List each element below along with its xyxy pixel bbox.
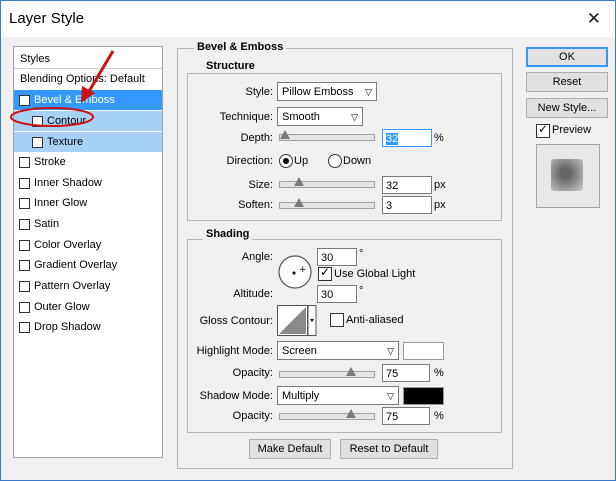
highlight-mode-select[interactable]: Screen ▽ [277, 341, 399, 360]
style-item-texture[interactable]: Texture [14, 132, 162, 152]
style-item-drop-shadow[interactable]: Drop Shadow [14, 317, 162, 337]
shadow-opacity-label: Opacity: [232, 410, 273, 422]
depth-slider[interactable] [279, 130, 375, 141]
shadow-opacity-slider-thumb[interactable] [346, 409, 356, 418]
checkbox-icon[interactable] [19, 157, 30, 168]
annotation-arrow-icon [10, 50, 115, 127]
highlight-opacity-slider[interactable] [279, 367, 375, 378]
gloss-contour-picker-icon[interactable] [277, 305, 317, 337]
size-unit: px [434, 179, 446, 191]
chevron-down-icon: ▽ [387, 346, 394, 356]
technique-select[interactable]: Smooth ▽ [277, 107, 363, 126]
soften-slider-thumb[interactable] [294, 198, 304, 207]
checkbox-icon[interactable] [19, 260, 30, 271]
preview-thumbnail [536, 144, 600, 208]
depth-label: Depth: [240, 132, 273, 144]
depth-input[interactable]: 32 [382, 129, 432, 147]
style-item-inner-glow[interactable]: Inner Glow [14, 193, 162, 213]
angle-input[interactable]: 30 [317, 248, 357, 266]
highlight-opacity-unit: % [434, 367, 444, 379]
checkbox-icon[interactable] [19, 178, 30, 189]
window-title: Layer Style [9, 10, 85, 27]
checkbox-icon[interactable] [19, 219, 30, 230]
chevron-down-icon: ▽ [365, 87, 372, 97]
depth-unit: % [434, 132, 444, 144]
angle-unit: ° [359, 248, 364, 260]
angle-label: Angle: [241, 251, 273, 263]
size-input[interactable]: 32 [382, 176, 432, 194]
new-style-button[interactable]: New Style... [526, 98, 608, 118]
preview-label[interactable]: Preview [552, 124, 591, 136]
ok-button[interactable]: OK [526, 47, 608, 67]
highlight-color-swatch[interactable] [403, 342, 444, 360]
chevron-down-icon: ▽ [387, 391, 394, 401]
checkbox-icon[interactable] [19, 198, 30, 209]
soften-slider[interactable] [279, 198, 375, 209]
preview-swatch-icon [551, 159, 583, 191]
style-label: Style: [245, 86, 273, 98]
checkbox-icon[interactable] [32, 137, 43, 148]
soften-unit: px [434, 199, 446, 211]
style-item-outer-glow[interactable]: Outer Glow [14, 297, 162, 317]
make-default-button[interactable]: Make Default [249, 439, 331, 459]
soften-input[interactable]: 3 [382, 196, 432, 214]
shadow-opacity-input[interactable]: 75 [382, 407, 430, 425]
shadow-mode-label: Shadow Mode: [199, 390, 273, 402]
checkbox-icon[interactable] [19, 281, 30, 292]
highlight-opacity-label: Opacity: [232, 367, 273, 379]
highlight-mode-label: Highlight Mode: [196, 345, 273, 357]
svg-text:+: + [299, 265, 307, 275]
close-icon[interactable]: ✕ [587, 9, 601, 29]
anti-aliased-label[interactable]: Anti-aliased [346, 314, 403, 326]
checkbox-icon[interactable] [19, 240, 30, 251]
gloss-contour-label: Gloss Contour: [199, 315, 273, 327]
layer-style-dialog: Layer Style ✕ Styles Blending Options: D… [0, 0, 616, 481]
depth-slider-thumb[interactable] [280, 130, 290, 139]
style-item-pattern-overlay[interactable]: Pattern Overlay [14, 276, 162, 296]
shadow-color-swatch[interactable] [403, 387, 444, 405]
direction-up-radio[interactable] [279, 154, 293, 168]
altitude-unit: ° [359, 285, 364, 297]
anti-aliased-checkbox[interactable] [330, 313, 344, 327]
style-item-color-overlay[interactable]: Color Overlay [14, 235, 162, 255]
style-item-stroke[interactable]: Stroke [14, 152, 162, 172]
style-item-satin[interactable]: Satin [14, 214, 162, 234]
reset-button[interactable]: Reset [526, 72, 608, 92]
preview-checkbox[interactable] [536, 122, 550, 138]
direction-down-label[interactable]: Down [343, 155, 371, 167]
highlight-opacity-input[interactable]: 75 [382, 364, 430, 382]
bevel-emboss-title: Bevel & Emboss [194, 41, 287, 53]
altitude-label: Altitude: [233, 288, 273, 300]
structure-title: Structure [203, 60, 258, 72]
direction-up-label[interactable]: Up [294, 155, 308, 167]
angle-dial-icon[interactable]: + [277, 254, 313, 290]
shading-title: Shading [203, 228, 253, 240]
technique-label: Technique: [219, 111, 273, 123]
checkbox-icon[interactable] [19, 302, 30, 313]
direction-label: Direction: [226, 155, 273, 167]
shadow-opacity-unit: % [434, 410, 444, 422]
size-slider-thumb[interactable] [294, 177, 304, 186]
size-label: Size: [248, 179, 273, 191]
use-global-light-label[interactable]: Use Global Light [334, 268, 415, 280]
use-global-light-checkbox[interactable] [318, 265, 332, 281]
direction-down-radio[interactable] [328, 154, 342, 168]
checkbox-icon[interactable] [19, 322, 30, 333]
style-select[interactable]: Pillow Emboss ▽ [277, 82, 377, 101]
chevron-down-icon: ▽ [351, 112, 358, 122]
reset-to-default-button[interactable]: Reset to Default [340, 439, 438, 459]
soften-label: Soften: [238, 199, 273, 211]
style-item-gradient-overlay[interactable]: Gradient Overlay [14, 255, 162, 275]
shadow-mode-select[interactable]: Multiply ▽ [277, 386, 399, 405]
size-slider[interactable] [279, 177, 375, 188]
style-item-inner-shadow[interactable]: Inner Shadow [14, 173, 162, 193]
shadow-opacity-slider[interactable] [279, 409, 375, 420]
highlight-opacity-slider-thumb[interactable] [346, 367, 356, 376]
altitude-input[interactable]: 30 [317, 285, 357, 303]
